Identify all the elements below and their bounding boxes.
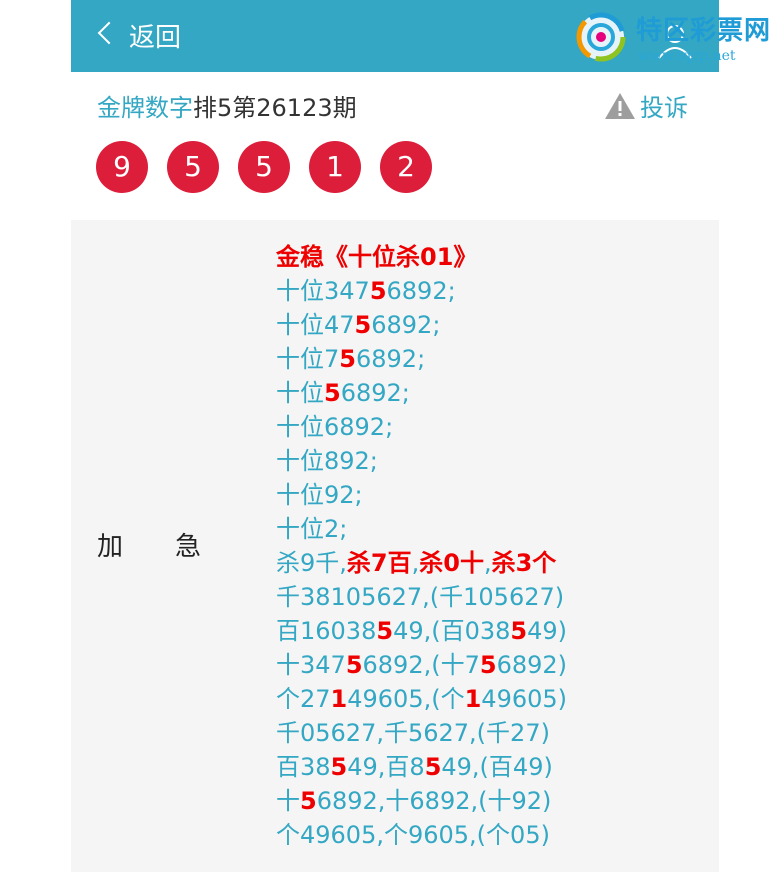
prediction-line: 十位92; bbox=[276, 478, 696, 512]
prediction-line: 十56892,十6892,(十92) bbox=[276, 784, 696, 818]
line-text: 49,百8 bbox=[347, 753, 425, 781]
line-text: 千38105627,(千105627) bbox=[276, 583, 565, 611]
page-title: 金牌数字排5第26123期 bbox=[97, 90, 357, 126]
site-logo[interactable]: 特区彩票网 www.tqcp.net bbox=[576, 10, 776, 66]
prediction-line: 百16038549,(百038549) bbox=[276, 614, 696, 648]
line-text: 十 bbox=[276, 787, 300, 815]
chevron-left-icon[interactable] bbox=[97, 21, 121, 45]
highlight-text: 金稳《十位杀01》 bbox=[276, 243, 478, 271]
prediction-line: 个27149605,(个149605) bbox=[276, 682, 696, 716]
prediction-line: 十位756892; bbox=[276, 342, 696, 376]
highlight-text: 5 bbox=[369, 277, 387, 305]
line-text: 十位347 bbox=[276, 277, 370, 305]
line-text: 十347 bbox=[276, 651, 346, 679]
highlight-text: 5 bbox=[339, 345, 356, 373]
prediction-line: 十位892; bbox=[276, 444, 696, 478]
highlight-text: 5 bbox=[330, 753, 348, 781]
line-text: 6892,十6892,(十92) bbox=[316, 787, 552, 815]
prediction-heading: 金稳《十位杀01》 bbox=[276, 240, 696, 274]
title-issue: 排5第26123期 bbox=[193, 94, 357, 122]
logo-url: www.tqcp.net bbox=[638, 48, 736, 64]
highlight-text: 5 bbox=[300, 787, 317, 815]
prediction-line: 十位4756892; bbox=[276, 308, 696, 342]
prediction-line: 个49605,个9605,(个05) bbox=[276, 818, 696, 852]
line-text: 十位 bbox=[276, 379, 324, 407]
back-button[interactable]: 返回 bbox=[129, 20, 181, 56]
highlight-text: 5 bbox=[510, 617, 528, 645]
result-ball: 5 bbox=[167, 141, 219, 193]
line-text: , bbox=[483, 549, 492, 577]
category-label-char: 急 bbox=[175, 532, 202, 562]
title-brand[interactable]: 金牌数字 bbox=[97, 94, 193, 122]
prediction-line: 十位56892; bbox=[276, 376, 696, 410]
line-text: 十位7 bbox=[276, 345, 340, 373]
line-text: 6892; bbox=[371, 311, 441, 339]
line-text: 十位47 bbox=[276, 311, 355, 339]
line-text: 个49605,个9605,(个05) bbox=[276, 821, 550, 849]
highlight-text: 5 bbox=[424, 753, 442, 781]
highlight-text: 5 bbox=[354, 311, 372, 339]
highlight-text: 杀7百 bbox=[346, 549, 412, 577]
line-text: 千05627,千5627,(千27) bbox=[276, 719, 550, 747]
line-text: 十位892; bbox=[276, 447, 378, 475]
prediction-panel: 加 急 金稳《十位杀01》 十位34756892; 十位4756892; 十位7568… bbox=[71, 220, 719, 872]
highlight-text: 5 bbox=[479, 651, 497, 679]
prediction-line: 千05627,千5627,(千27) bbox=[276, 716, 696, 750]
line-text: 6892) bbox=[496, 651, 568, 679]
highlight-text: 杀3个 bbox=[491, 549, 557, 577]
prediction-line: 十34756892,(十756892) bbox=[276, 648, 696, 682]
line-text: 百16038 bbox=[276, 617, 377, 645]
line-text: 49) bbox=[527, 617, 568, 645]
line-text: 十位6892; bbox=[276, 413, 394, 441]
highlight-text: 5 bbox=[324, 379, 341, 407]
highlight-text: 5 bbox=[345, 651, 363, 679]
warning-icon bbox=[605, 93, 635, 119]
prediction-line: 杀9千,杀7百,杀0十,杀3个 bbox=[276, 546, 696, 580]
line-text: 百38 bbox=[276, 753, 331, 781]
line-text: 6892; bbox=[386, 277, 456, 305]
line-text: 6892; bbox=[340, 379, 410, 407]
highlight-text: 1 bbox=[330, 685, 348, 713]
prediction-line: 千38105627,(千105627) bbox=[276, 580, 696, 614]
highlight-text: 5 bbox=[376, 617, 394, 645]
line-text: 十位92; bbox=[276, 481, 363, 509]
prediction-lines: 金稳《十位杀01》 十位34756892; 十位4756892; 十位756892; 十… bbox=[276, 240, 696, 852]
line-text: 个27 bbox=[276, 685, 331, 713]
line-text: 6892; bbox=[355, 345, 426, 373]
highlight-text: 杀0十 bbox=[419, 549, 484, 577]
prediction-line: 十位34756892; bbox=[276, 274, 696, 308]
result-ball: 5 bbox=[238, 141, 290, 193]
line-text: 49605) bbox=[481, 685, 568, 713]
prediction-line: 十位6892; bbox=[276, 410, 696, 444]
line-text: 49605,(个 bbox=[347, 685, 465, 713]
line-text: 杀9千, bbox=[276, 549, 347, 577]
result-ball: 1 bbox=[309, 141, 361, 193]
line-text: 十位2; bbox=[276, 515, 348, 543]
prediction-line: 百38549,百8549,(百49) bbox=[276, 750, 696, 784]
prediction-line: 十位2; bbox=[276, 512, 696, 546]
line-text: 6892,(十7 bbox=[362, 651, 480, 679]
logo-name: 特区彩票网 bbox=[636, 16, 772, 46]
complain-label: 投诉 bbox=[640, 94, 688, 122]
result-ball: 2 bbox=[380, 141, 432, 193]
line-text: 49,(百49) bbox=[441, 753, 553, 781]
line-text: 49,(百038 bbox=[393, 617, 511, 645]
category-label-char: 加 bbox=[97, 532, 124, 562]
logo-swirl-icon bbox=[576, 12, 626, 62]
result-ball: 9 bbox=[96, 141, 148, 193]
highlight-text: 1 bbox=[464, 685, 482, 713]
